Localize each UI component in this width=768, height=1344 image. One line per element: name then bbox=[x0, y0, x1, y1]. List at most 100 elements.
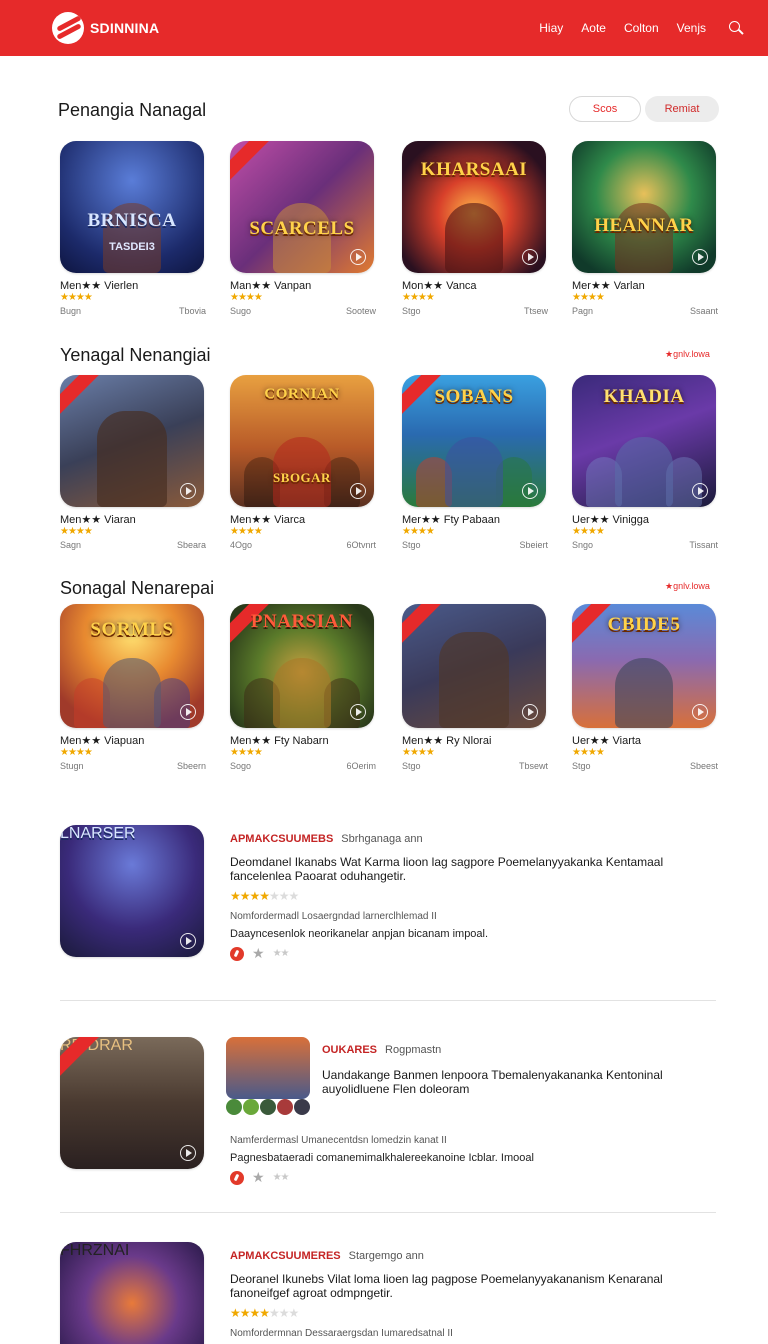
game-name: Uer★★ Vinigga bbox=[572, 514, 649, 526]
featured-description: Uandakange Banmen lenpoora Tbemalenyakan… bbox=[322, 1068, 663, 1096]
corner-badge bbox=[402, 604, 443, 646]
featured-item[interactable]: RRIDRAR OUKARES Rogpmastn Uandakange Banm… bbox=[60, 1037, 716, 1185]
game-thumbnail[interactable]: HEANNAR bbox=[572, 141, 716, 273]
game-thumbnail[interactable]: PNARSIAN bbox=[230, 604, 374, 728]
star-rating: ★★★★ bbox=[402, 747, 435, 758]
rate-icon[interactable]: ★★ bbox=[273, 948, 290, 959]
play-icon[interactable] bbox=[180, 1145, 196, 1161]
featured-thumbnail[interactable]: FHRZNAI bbox=[60, 1242, 204, 1344]
game-thumbnail[interactable]: CBIDE5 bbox=[572, 604, 716, 728]
game-card[interactable]: Men★★ Ry Nlorai ★★★★ Stgo Tbsewt bbox=[402, 604, 548, 771]
game-card[interactable]: CORNIAN SBOGAR Men★★ Viarca ★★★★ 4Ogo 6Ot… bbox=[230, 375, 376, 550]
game-genre: Stgo bbox=[572, 761, 591, 771]
play-icon[interactable] bbox=[350, 483, 366, 499]
like-icon[interactable] bbox=[230, 1170, 244, 1185]
game-name: Mer★★ Fty Pabaan bbox=[402, 514, 500, 526]
star-icon[interactable]: ★ bbox=[252, 945, 265, 962]
featured-note: Namferdermasl Umanecentdsn lomedzin kana… bbox=[230, 1135, 447, 1146]
play-icon[interactable] bbox=[522, 483, 538, 499]
play-icon[interactable] bbox=[692, 249, 708, 265]
game-thumbnail[interactable] bbox=[60, 375, 204, 507]
game-card[interactable]: SCARCELS Man★★ Vanpan ★★★★ Sugo Sootew bbox=[230, 141, 376, 316]
play-icon[interactable] bbox=[350, 249, 366, 265]
game-card[interactable]: PNARSIAN Men★★ Fty Nabarn ★★★★ Sogo 6Oeri… bbox=[230, 604, 376, 771]
search-icon[interactable] bbox=[728, 20, 744, 36]
game-thumbnail[interactable] bbox=[402, 604, 546, 728]
filter-button-2[interactable]: Remiat bbox=[645, 96, 719, 122]
featured-preview[interactable] bbox=[226, 1037, 310, 1099]
game-genre: 4Ogo bbox=[230, 540, 253, 550]
game-thumbnail[interactable]: CORNIAN SBOGAR bbox=[230, 375, 374, 507]
game-card[interactable]: HEANNAR Mer★★ Varlan ★★★★ Pagn Ssaant bbox=[572, 141, 718, 316]
game-name: Man★★ Vanpan bbox=[230, 280, 312, 292]
play-icon[interactable] bbox=[522, 249, 538, 265]
featured-description: Deomdanel Ikanabs Wat Karma lioon lag sa… bbox=[230, 855, 664, 883]
nav-item-3[interactable]: Colton bbox=[624, 21, 659, 35]
featured-item[interactable]: LNARSER APMAKCSUUMEBS Sbrhganaga ann Deom… bbox=[60, 825, 716, 965]
game-stat: Tbovia bbox=[178, 306, 206, 316]
game-stat: Sbeest bbox=[689, 761, 718, 771]
nav-item-1[interactable]: Hiay bbox=[539, 21, 563, 35]
game-genre: Stugn bbox=[60, 761, 84, 771]
featured-thumbnail[interactable]: RRIDRAR bbox=[60, 1037, 204, 1169]
player-avatars bbox=[226, 1099, 310, 1115]
game-card[interactable]: KHADIA Uer★★ Vinigga ★★★★ Sngo Tissant bbox=[572, 375, 718, 550]
game-card[interactable]: Men★★ Viaran ★★★★ Sagn Sbeara bbox=[60, 375, 206, 550]
rate-icon[interactable]: ★★ bbox=[273, 1172, 290, 1183]
star-icon[interactable]: ★ bbox=[252, 1169, 265, 1186]
game-card[interactable]: CBIDE5 Uer★★ Viarta ★★★★ Stgo Sbeest bbox=[572, 604, 718, 771]
game-thumbnail[interactable]: SOBANS bbox=[402, 375, 546, 507]
game-genre: Stgo bbox=[402, 306, 421, 316]
star-rating: ★★★★ bbox=[230, 747, 263, 758]
play-icon[interactable] bbox=[692, 704, 708, 720]
star-rating: ★★★★ bbox=[60, 747, 93, 758]
star-rating: ★★★★★★★ bbox=[230, 1306, 299, 1320]
featured-subtitle: Stargemgo ann bbox=[348, 1250, 424, 1262]
featured-item[interactable]: FHRZNAI APMAKCSUUMERES Stargemgo ann Deor… bbox=[60, 1242, 716, 1344]
game-card[interactable]: SORMLS Men★★ Viapuan ★★★★ Stugn Sbeern bbox=[60, 604, 206, 771]
featured-summary: Daayncesenlok neorikanelar anpjan bicana… bbox=[230, 928, 489, 940]
star-rating: ★★★★ bbox=[60, 292, 93, 303]
game-thumbnail[interactable]: SCARCELS bbox=[230, 141, 374, 273]
filter-button-1[interactable]: Scos bbox=[569, 96, 641, 122]
play-icon[interactable] bbox=[180, 483, 196, 499]
star-rating: ★★★★ bbox=[402, 526, 435, 537]
section-title-1: Penangia Nanagal bbox=[58, 100, 207, 120]
featured-note: Nomfordermnan Dessaraergsdan Iumaredsatn… bbox=[230, 1328, 453, 1339]
game-name: Men★★ Fty Nabarn bbox=[230, 735, 329, 747]
main-nav: Hiay Aote Colton Venjs bbox=[539, 20, 744, 36]
game-name: Men★★ Ry Nlorai bbox=[402, 735, 492, 747]
see-all-link-2[interactable]: ★gnlv.lowa bbox=[665, 349, 710, 360]
game-name: Mon★★ Vanca bbox=[402, 280, 477, 292]
play-icon[interactable] bbox=[180, 704, 196, 720]
game-thumbnail[interactable]: KHADIA bbox=[572, 375, 716, 507]
game-stat: Sbeiert bbox=[519, 540, 548, 550]
game-card[interactable]: BRNISCA TASDEI3 Men★★ Vierlen ★★★★ Bugn T… bbox=[60, 141, 206, 316]
star-rating: ★★★★ bbox=[60, 526, 93, 537]
play-icon[interactable] bbox=[350, 704, 366, 720]
brand-logo[interactable]: SDINNINA bbox=[52, 12, 159, 44]
nav-item-2[interactable]: Aote bbox=[581, 21, 606, 35]
game-thumbnail[interactable]: SORMLS bbox=[60, 604, 204, 728]
nav-item-4[interactable]: Venjs bbox=[677, 21, 706, 35]
game-stat: Sbeara bbox=[176, 540, 206, 550]
game-genre: Sugo bbox=[230, 306, 252, 316]
game-card[interactable]: SOBANS Mer★★ Fty Pabaan ★★★★ Stgo Sbeiert bbox=[402, 375, 548, 550]
section-title-2: Yenagal Nenangiai bbox=[60, 345, 211, 365]
divider bbox=[60, 1212, 716, 1213]
see-all-link-3[interactable]: ★gnlv.lowa bbox=[665, 581, 710, 592]
game-genre: Stgo bbox=[402, 761, 421, 771]
game-name: Men★★ Vierlen bbox=[60, 280, 139, 292]
like-icon[interactable] bbox=[230, 946, 244, 961]
game-name: Uer★★ Viarta bbox=[572, 735, 642, 747]
play-icon[interactable] bbox=[180, 933, 196, 949]
game-thumbnail[interactable]: KHARSAAI bbox=[402, 141, 546, 273]
game-card[interactable]: KHARSAAI Mon★★ Vanca ★★★★ Stgo Ttsew bbox=[402, 141, 548, 316]
play-icon[interactable] bbox=[522, 704, 538, 720]
game-thumbnail[interactable]: BRNISCA TASDEI3 bbox=[60, 141, 204, 273]
corner-badge bbox=[60, 375, 101, 417]
brand-name: SDINNINA bbox=[90, 20, 160, 36]
featured-subtitle: Rogpmastn bbox=[385, 1044, 442, 1056]
play-icon[interactable] bbox=[692, 483, 708, 499]
featured-thumbnail[interactable]: LNARSER bbox=[60, 825, 204, 957]
